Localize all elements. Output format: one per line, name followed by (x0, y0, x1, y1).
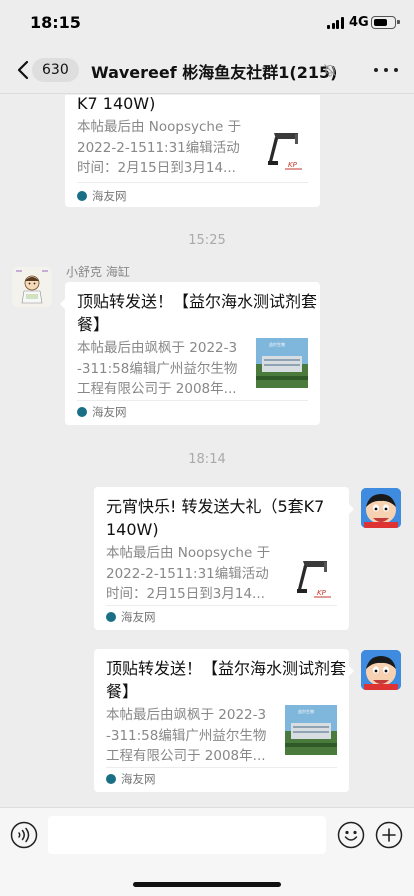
signal-icon (327, 17, 344, 29)
more-options-icon[interactable] (374, 63, 398, 77)
status-time: 18:15 (30, 13, 81, 32)
bubble-tail (349, 504, 354, 514)
cartoon-avatar-icon (12, 267, 52, 307)
card-divider (106, 767, 337, 768)
voice-input-icon[interactable] (10, 821, 38, 849)
light-fixture-thumbnail: KP (258, 125, 310, 175)
status-bar: 18:15 4G (0, 0, 414, 46)
sender-avatar[interactable] (12, 267, 52, 307)
battery-level (373, 18, 388, 26)
network-type: 4G (349, 15, 369, 30)
link-card-description: 本帖最后由飒枫于 2022-3 -311:58编辑广州益尔生物 工程有限公司于 … (106, 707, 267, 764)
link-card-source: 海友网 (106, 771, 156, 787)
source-app-icon (106, 774, 116, 784)
message-input[interactable] (48, 816, 326, 854)
building-thumbnail: 益尔生物 (256, 338, 308, 388)
input-bar (0, 807, 414, 896)
bubble-tail (60, 299, 65, 309)
svg-text:KP: KP (288, 161, 298, 169)
cartoon-avatar-icon (361, 650, 401, 690)
link-card-message[interactable]: 顶贴转发送！【益尔海水测试剂套餐】 本帖最后由飒枫于 2022-3 -311:5… (60, 282, 320, 425)
link-card-title: 元宵快乐! 转发送大礼（5套K7 140W) (106, 497, 325, 539)
link-card-message[interactable]: K7 140W) 本帖最后由 Noopsyche 于 2022-2-1511:3… (65, 95, 320, 207)
link-card-source: 海友网 (106, 609, 156, 625)
link-card-title: K7 140W) (77, 95, 156, 113)
source-name: 海友网 (121, 610, 156, 624)
source-name: 海友网 (92, 405, 127, 419)
battery-icon (371, 16, 400, 29)
source-name: 海友网 (92, 189, 127, 203)
source-name: 海友网 (121, 772, 156, 786)
link-card-title: 顶贴转发送！【益尔海水测试剂套餐】 (106, 659, 347, 701)
card-divider (106, 605, 337, 606)
cartoon-avatar-icon (361, 488, 401, 528)
message-list[interactable]: K7 140W) 本帖最后由 Noopsyche 于 2022-2-1511:3… (0, 95, 414, 807)
svg-text:益尔生物: 益尔生物 (269, 341, 285, 347)
link-card-message[interactable]: 元宵快乐! 转发送大礼（5套K7 140W) 本帖最后由 Noopsyche 于… (94, 487, 354, 630)
card-divider (77, 400, 308, 401)
light-fixture-thumbnail: KP (287, 553, 339, 603)
link-card-description: 本帖最后由 Noopsyche 于 2022-2-1511:31编辑活动 时间：… (77, 119, 242, 176)
link-card-source: 海友网 (77, 404, 127, 420)
sender-name: 小舒克 海缸 (66, 265, 130, 279)
source-app-icon (106, 612, 116, 622)
mute-bell-icon (324, 64, 336, 77)
building-thumbnail: 益尔生物 (285, 705, 337, 755)
home-indicator[interactable] (133, 882, 281, 887)
svg-text:KP: KP (317, 589, 327, 597)
link-card-title: 顶贴转发送！【益尔海水测试剂套餐】 (77, 292, 318, 334)
link-card-description: 本帖最后由飒枫于 2022-3 -311:58编辑广州益尔生物 工程有限公司于 … (77, 340, 238, 397)
source-app-icon (77, 191, 87, 201)
link-card-source: 海友网 (77, 188, 127, 204)
emoji-icon[interactable] (337, 821, 365, 849)
link-card-description: 本帖最后由 Noopsyche 于 2022-2-1511:31编辑活动 时间：… (106, 545, 271, 602)
svg-text:益尔生物: 益尔生物 (298, 708, 314, 714)
add-more-icon[interactable] (375, 821, 403, 849)
source-app-icon (77, 407, 87, 417)
unread-count-badge[interactable]: 630 (32, 58, 79, 82)
card-divider (77, 182, 308, 183)
timestamp: 18:14 (188, 452, 226, 467)
link-card-message[interactable]: 顶贴转发送！【益尔海水测试剂套餐】 本帖最后由飒枫于 2022-3 -311:5… (94, 649, 354, 792)
chat-header: 630 Wavereef 彬海鱼友社群1(215) (0, 46, 414, 94)
my-avatar[interactable] (361, 488, 401, 528)
my-avatar[interactable] (361, 650, 401, 690)
chat-title: Wavereef 彬海鱼友社群1(215) (91, 63, 338, 82)
timestamp: 15:25 (188, 233, 226, 248)
